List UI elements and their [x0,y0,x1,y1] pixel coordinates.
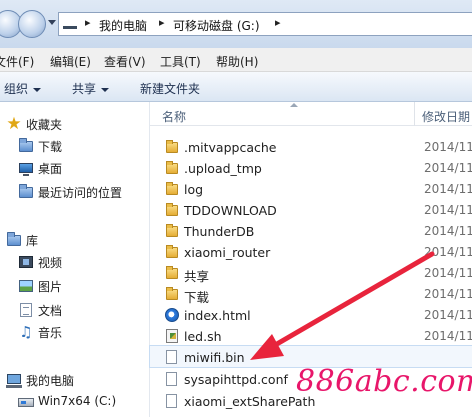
folder-icon [166,182,178,195]
file-date: 2014/11 [424,266,472,280]
file-date: 2014/11 [424,140,472,154]
address-bar-area: ▸ 我的电脑 ▸ 可移动磁盘 (G:) ▸ [0,0,472,48]
desktop-icon [19,163,33,176]
address-bar[interactable]: ▸ 我的电脑 ▸ 可移动磁盘 (G:) ▸ [58,12,472,36]
folder-icon [166,266,178,279]
file-row[interactable]: xiaomi_router 2014/11 [150,241,472,262]
command-bar: 组织 共享 新建文件夹 [0,72,472,102]
nav-libraries-label: 库 [26,234,39,248]
folder-icon [166,140,178,153]
menu-file[interactable]: 文件(F) [0,53,34,70]
nav-item-label: 下载 [38,140,63,154]
nav-item-label: 视频 [38,256,63,270]
video-icon [19,256,33,268]
navigation-pane: ★ 收藏夹 下载 桌面 最近访问的位置 库 视频 图片 文档 ♫ 音乐 我的电脑… [0,102,150,417]
column-header-row: 名称 修改日期 [150,102,472,126]
file-date: 2014/11 [424,161,472,175]
sort-ascending-icon [290,103,298,107]
nav-item-label: 最近访问的位置 [38,186,123,200]
file-name: .upload_tmp [184,161,262,176]
recent-pages-dropdown-icon[interactable] [48,20,56,25]
downloads-folder-icon [19,138,33,152]
breadcrumb-my-computer[interactable]: 我的电脑 [99,17,147,34]
computer-icon [63,21,77,29]
script-file-icon [166,329,178,343]
organize-button[interactable]: 组织 [4,80,42,97]
menu-edit[interactable]: 编辑(E) [50,53,91,70]
file-name: index.html [184,308,251,323]
breadcrumb-removable-disk[interactable]: 可移动磁盘 (G:) [173,17,260,34]
nav-item-label: 文档 [38,304,63,318]
file-row[interactable]: index.html 2014/11 [150,304,472,325]
nav-my-computer-label: 我的电脑 [26,374,75,388]
chevron-down-icon [33,87,42,92]
library-icon [7,232,21,246]
file-icon [166,350,177,364]
nav-item-label: 图片 [38,280,63,294]
music-note-icon: ♫ [19,323,33,341]
file-name: xiaomi_router [184,245,271,260]
menu-bar: 文件(F) 编辑(E) 查看(V) 工具(T) 帮助(H) [0,48,472,72]
picture-icon [19,280,33,292]
file-row[interactable]: log 2014/11 [150,178,472,199]
file-row[interactable]: 下载 2014/11 [150,283,472,305]
file-name: sysapihttpd.conf [184,372,288,387]
menu-help[interactable]: 帮助(H) [216,53,258,70]
folder-icon [166,287,178,300]
recent-places-icon [19,184,33,198]
share-label: 共享 [72,82,97,96]
file-date: 2014/11 [424,182,472,196]
star-icon: ★ [6,114,22,134]
file-date: 2014/11 [424,329,472,343]
nav-item-label: Win7x64 (C:) [38,394,117,408]
column-header-name[interactable]: 名称 [162,108,186,125]
organize-label: 组织 [4,82,29,96]
share-button[interactable]: 共享 [72,80,110,97]
file-date: 2014/11 [424,245,472,259]
watermark: 886abc.com [296,364,472,399]
folder-icon [166,224,178,237]
breadcrumb-separator-icon[interactable]: ▸ [85,16,91,29]
nav-favorites-label: 收藏夹 [26,118,63,132]
file-row[interactable]: TDDOWNLOAD 2014/11 [150,199,472,220]
file-name: ThunderDB [184,224,255,239]
file-name: led.sh [184,329,222,344]
file-date: 2014/11 [424,287,472,301]
html-file-icon [165,308,179,322]
menu-view[interactable]: 查看(V) [104,53,146,70]
menu-tools[interactable]: 工具(T) [160,53,201,70]
column-header-date[interactable]: 修改日期 [422,108,470,125]
file-icon [166,394,177,408]
breadcrumb-separator-icon[interactable]: ▸ [159,16,165,29]
nav-item-label: 音乐 [38,326,63,340]
computer-icon [6,374,22,388]
file-name: miwifi.bin [184,350,245,365]
document-icon [20,303,32,317]
column-divider[interactable] [414,102,415,126]
file-date: 2014/11 [424,308,472,322]
file-row[interactable]: .mitvappcache 2014/11 [150,136,472,157]
folder-icon [166,203,178,216]
file-date: 2014/11 [424,224,472,238]
file-name: log [184,182,204,197]
file-name: TDDOWNLOAD [184,203,277,218]
file-row[interactable]: .upload_tmp 2014/11 [150,157,472,178]
nav-item-label: 桌面 [38,162,63,176]
file-row[interactable]: ThunderDB 2014/11 [150,220,472,241]
file-date: 2014/11 [424,203,472,217]
new-folder-button[interactable]: 新建文件夹 [140,80,200,97]
file-row[interactable]: 共享 2014/11 [150,262,472,284]
forward-button[interactable] [18,10,46,38]
file-icon [166,372,177,386]
file-name: .mitvappcache [184,140,277,155]
file-row[interactable]: led.sh 2014/11 [150,325,472,346]
folder-icon [166,245,178,258]
hard-drive-icon [18,398,34,407]
chevron-down-icon [101,87,110,92]
folder-icon [166,161,178,174]
breadcrumb-separator-icon[interactable]: ▸ [275,16,281,29]
